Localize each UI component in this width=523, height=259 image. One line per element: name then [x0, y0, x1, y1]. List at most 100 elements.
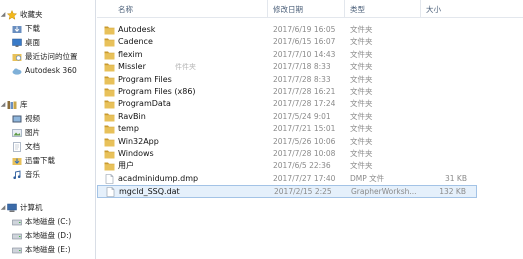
nav-item-label: 视频	[25, 114, 40, 123]
file-date: 2017/7/28 16:21	[273, 87, 336, 96]
file-type: 文件夹	[350, 99, 373, 109]
nav-item-recent-places[interactable]: 最近访问的位置	[0, 50, 96, 63]
folder-icon	[104, 25, 115, 35]
document-icon	[12, 141, 22, 152]
overlapping-type-text: 件件夹	[175, 63, 196, 72]
nav-item-label: 本地磁盘 (C:)	[25, 217, 71, 226]
file-name: flexim	[118, 49, 143, 59]
folder-icon	[104, 62, 115, 72]
file-name: Windows	[118, 149, 154, 158]
picture-icon	[12, 128, 22, 138]
file-date: 2017/7/28 8:33	[273, 74, 331, 84]
nav-computer[interactable]: ◢ 计算机	[0, 201, 96, 214]
file-row[interactable]: flexim 2017/7/10 14:43 文件夹	[97, 49, 477, 62]
file-row[interactable]: Program Files 2017/7/28 8:33 文件夹	[97, 74, 477, 87]
column-divider[interactable]	[267, 0, 268, 17]
file-row[interactable]: Program Files (x86) 2017/7/28 16:21 文件夹	[97, 86, 477, 99]
folder-icon	[104, 37, 115, 47]
file-row[interactable]: RavBin 2017/5/24 9:01 文件夹	[97, 111, 477, 124]
file-row[interactable]: Autodesk 2017/6/19 16:05 文件夹	[97, 24, 477, 37]
library-icon	[7, 100, 17, 110]
file-row[interactable]: Missler 2017/7/18 8:33 文件夹 件件夹	[97, 61, 477, 74]
nav-item-autodesk-360[interactable]: Autodesk 360	[0, 64, 96, 77]
file-date: 2017/7/28 17:24	[273, 99, 336, 109]
file-type: 文件夹	[350, 74, 373, 84]
expand-arrow-icon[interactable]: ◢	[0, 101, 6, 108]
nav-item-downloads[interactable]: 下载	[0, 22, 96, 35]
nav-item-videos[interactable]: 视频	[0, 112, 96, 125]
file-name: ProgramData	[118, 99, 171, 109]
folder-icon	[104, 50, 115, 60]
file-name: mgcld_SSQ.dat	[119, 187, 180, 197]
file-name: Cadence	[118, 37, 153, 47]
file-row[interactable]: 用户 2017/6/5 22:36 文件夹	[97, 160, 477, 173]
nav-item-drive-e[interactable]: 本地磁盘 (E:)	[0, 243, 96, 256]
nav-item-label: Autodesk 360	[25, 66, 77, 75]
nav-item-pictures[interactable]: 图片	[0, 126, 96, 139]
file-name: Missler	[118, 62, 146, 72]
folder-icon	[104, 99, 115, 109]
navigation-pane: ◢ 收藏夹 下载 桌面 最近访问的位置 Autodesk 360 ◢ 库 视频 …	[0, 0, 96, 259]
file-size: 31 KB	[445, 173, 467, 183]
file-type: 文件夹	[350, 25, 373, 34]
nav-item-desktop[interactable]: 桌面	[0, 36, 96, 49]
column-divider[interactable]	[344, 0, 345, 17]
file-type: 文件夹	[350, 111, 373, 121]
file-date: 2017/7/10 14:43	[273, 49, 336, 59]
file-row[interactable]: ProgramData 2017/7/28 17:24 文件夹	[97, 98, 477, 111]
nav-item-drive-d[interactable]: 本地磁盘 (D:)	[0, 229, 96, 242]
download-folder-icon	[12, 24, 22, 34]
nav-item-label: 桌面	[25, 38, 40, 47]
nav-item-label: 迅雷下载	[25, 156, 55, 165]
nav-favorites-label: 收藏夹	[20, 10, 43, 19]
file-row[interactable]: Win32App 2017/5/26 10:06 文件夹	[97, 136, 477, 149]
file-type: 文件夹	[350, 37, 373, 47]
column-header-type[interactable]: 类型	[350, 4, 365, 15]
nav-item-music[interactable]: 音乐	[0, 168, 96, 181]
file-date: 2017/7/27 17:40	[273, 173, 336, 183]
file-type: 文件夹	[350, 161, 373, 171]
file-type: 文件夹	[350, 124, 373, 134]
file-name: Program Files (x86)	[118, 87, 196, 96]
column-header-name[interactable]: 名称	[118, 4, 133, 15]
nav-libraries[interactable]: ◢ 库	[0, 98, 96, 111]
nav-item-label: 下载	[25, 24, 40, 33]
file-date: 2017/5/24 9:01	[273, 111, 331, 121]
folder-icon	[104, 75, 115, 85]
folder-icon	[104, 112, 115, 122]
file-name: RavBin	[118, 111, 146, 121]
column-header: 名称 修改日期 类型 大小	[97, 0, 523, 18]
expand-arrow-icon[interactable]: ◢	[0, 11, 6, 18]
file-type: 文件夹	[350, 149, 373, 158]
expand-arrow-icon[interactable]: ◢	[0, 204, 6, 211]
nav-item-documents[interactable]: 文档	[0, 140, 96, 153]
file-date: 2017/6/19 16:05	[273, 25, 336, 34]
nav-item-label: 最近访问的位置	[25, 52, 78, 61]
folder-icon	[104, 137, 115, 147]
drive-icon	[12, 231, 22, 241]
star-icon	[6, 9, 18, 20]
file-name: temp	[118, 124, 139, 134]
file-row[interactable]: temp 2017/7/21 15:01 文件夹	[97, 123, 477, 136]
file-date: 2017/7/18 8:33	[273, 62, 331, 72]
column-header-date[interactable]: 修改日期	[273, 4, 303, 15]
video-icon	[12, 114, 22, 124]
nav-computer-label: 计算机	[20, 203, 43, 212]
nav-favorites[interactable]: ◢ 收藏夹	[0, 8, 96, 21]
folder-icon	[104, 161, 115, 171]
file-row[interactable]: Cadence 2017/6/15 16:07 文件夹	[97, 36, 477, 49]
column-header-size[interactable]: 大小	[426, 4, 441, 15]
file-type: GrapherWorksh...	[351, 187, 417, 197]
nav-item-drive-c[interactable]: 本地磁盘 (C:)	[0, 215, 96, 228]
nav-item-thunder-downloads[interactable]: 迅雷下载	[0, 154, 96, 167]
file-row[interactable]: mgcld_SSQ.dat 2017/2/15 2:25 GrapherWorksh…	[97, 185, 477, 198]
cloud-icon	[12, 66, 22, 76]
file-name: 用户	[118, 161, 134, 171]
file-row[interactable]: acadminidump.dmp 2017/7/27 17:40 DMP 文件 31 …	[97, 173, 477, 186]
recent-places-icon	[12, 52, 22, 62]
file-type: 文件夹	[350, 136, 373, 146]
file-row[interactable]: Windows 2017/7/28 10:08 文件夹	[97, 148, 477, 161]
file-icon	[104, 173, 115, 184]
column-divider[interactable]	[420, 0, 421, 17]
desktop-icon	[12, 38, 22, 48]
